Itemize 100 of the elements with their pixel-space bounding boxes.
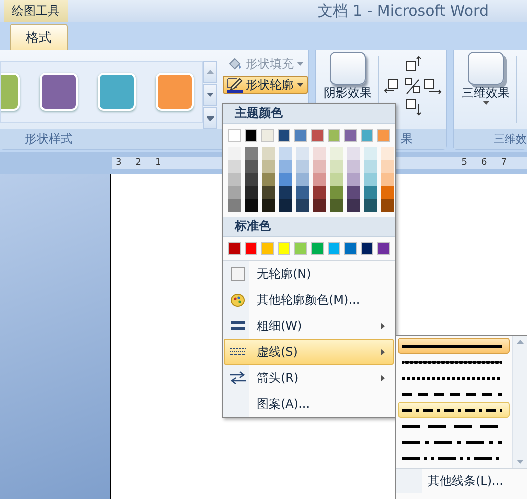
context-tab-title: 绘图工具 [4, 0, 68, 22]
caret-icon [297, 62, 304, 66]
scrollbar[interactable] [512, 336, 527, 468]
color-swatch[interactable] [313, 199, 326, 212]
shape-outline-button[interactable]: 形状轮廓 [223, 76, 308, 94]
color-swatch[interactable] [244, 129, 258, 142]
group-label: 果 [401, 130, 413, 148]
color-swatch[interactable] [228, 242, 241, 255]
color-swatch[interactable] [278, 242, 290, 255]
color-swatch[interactable] [313, 173, 326, 186]
color-swatch[interactable] [245, 173, 258, 186]
ruler-number: 2 [136, 158, 142, 168]
color-swatch[interactable] [347, 160, 360, 173]
color-swatch[interactable] [262, 186, 275, 199]
menu-item[interactable]: 其他轮廓颜色(M)... [224, 287, 394, 313]
color-swatch[interactable] [244, 242, 258, 255]
color-swatch[interactable] [296, 173, 309, 186]
color-swatch[interactable] [294, 242, 307, 255]
color-swatch[interactable] [310, 129, 324, 142]
style-swatch[interactable] [40, 73, 78, 111]
color-swatch[interactable] [261, 129, 274, 142]
color-swatch[interactable] [262, 199, 275, 212]
color-swatch[interactable] [278, 129, 290, 142]
up-arrow-icon [517, 340, 524, 344]
color-swatch[interactable] [364, 199, 377, 212]
menu-item[interactable]: 无轮廓(N) [224, 261, 394, 287]
color-swatch[interactable] [296, 160, 309, 173]
color-swatch[interactable] [262, 160, 275, 173]
color-swatch[interactable] [381, 199, 394, 212]
color-swatch[interactable] [279, 160, 292, 173]
color-swatch[interactable] [228, 199, 241, 212]
menu-item[interactable]: 其他线条(L)... [396, 468, 527, 493]
color-swatch[interactable] [347, 147, 360, 160]
color-swatch[interactable] [328, 129, 340, 142]
menu-item[interactable]: 粗细(W) [224, 313, 394, 339]
color-swatch[interactable] [313, 160, 326, 173]
color-swatch[interactable] [296, 199, 309, 212]
section-header: 主题颜色 [235, 105, 283, 122]
menu-item[interactable]: 虚线(S) [224, 339, 394, 365]
color-swatch[interactable] [313, 186, 326, 199]
color-swatch[interactable] [364, 173, 377, 186]
color-swatch[interactable] [228, 160, 241, 173]
color-swatch[interactable] [279, 186, 292, 199]
color-swatch[interactable] [364, 160, 377, 173]
color-swatch[interactable] [245, 199, 258, 212]
color-swatch[interactable] [381, 186, 394, 199]
style-swatch[interactable] [156, 73, 194, 111]
color-swatch[interactable] [364, 147, 377, 160]
scroll-up-button[interactable] [203, 61, 217, 83]
color-swatch[interactable] [262, 147, 275, 160]
color-swatch[interactable] [330, 186, 343, 199]
color-swatch[interactable] [330, 147, 343, 160]
threed-effects-button[interactable]: 三维效果 [460, 52, 512, 129]
color-swatch[interactable] [347, 173, 360, 186]
menu-item[interactable]: 箭头(R) [224, 365, 394, 391]
color-swatch[interactable] [330, 173, 343, 186]
menu-item[interactable]: 图案(A)... [224, 391, 394, 417]
color-swatch[interactable] [310, 242, 324, 255]
color-swatch[interactable] [279, 199, 292, 212]
color-swatch[interactable] [245, 186, 258, 199]
color-swatch[interactable] [377, 242, 390, 255]
color-swatch[interactable] [262, 173, 275, 186]
color-swatch[interactable] [360, 242, 374, 255]
color-swatch[interactable] [228, 186, 241, 199]
color-swatch[interactable] [347, 186, 360, 199]
color-swatch[interactable] [364, 186, 377, 199]
color-swatch[interactable] [347, 199, 360, 212]
scroll-down-button[interactable] [203, 84, 217, 106]
color-swatch[interactable] [381, 160, 394, 173]
color-swatch[interactable] [360, 129, 374, 142]
line-weight-icon [231, 321, 245, 331]
color-swatch[interactable] [377, 129, 390, 142]
color-swatch[interactable] [330, 160, 343, 173]
color-swatch[interactable] [279, 147, 292, 160]
color-swatch[interactable] [381, 147, 394, 160]
color-swatch[interactable] [245, 147, 258, 160]
color-swatch[interactable] [344, 129, 357, 142]
color-swatch[interactable] [261, 242, 274, 255]
color-swatch[interactable] [228, 129, 241, 142]
group-label: 形状样式 [25, 130, 73, 148]
color-swatch[interactable] [381, 173, 394, 186]
color-swatch[interactable] [296, 186, 309, 199]
color-swatch[interactable] [279, 173, 292, 186]
color-swatch[interactable] [294, 129, 307, 142]
color-swatch[interactable] [313, 147, 326, 160]
color-swatch[interactable] [228, 173, 241, 186]
color-swatch[interactable] [228, 147, 241, 160]
caret-icon [482, 101, 490, 105]
color-swatch[interactable] [330, 199, 343, 212]
color-swatch[interactable] [344, 242, 357, 255]
caret-icon [297, 83, 304, 87]
shadow-effects-button[interactable]: 阴影效果 [322, 52, 374, 129]
dash-style-option[interactable] [398, 338, 510, 354]
color-swatch[interactable] [328, 242, 340, 255]
style-swatch[interactable] [98, 73, 136, 111]
color-swatch[interactable] [296, 147, 309, 160]
ribbon-tab[interactable]: 格式 [10, 24, 68, 50]
dash-style-option[interactable] [398, 402, 510, 418]
gallery-more-button[interactable] [203, 107, 217, 129]
color-swatch[interactable] [245, 160, 258, 173]
